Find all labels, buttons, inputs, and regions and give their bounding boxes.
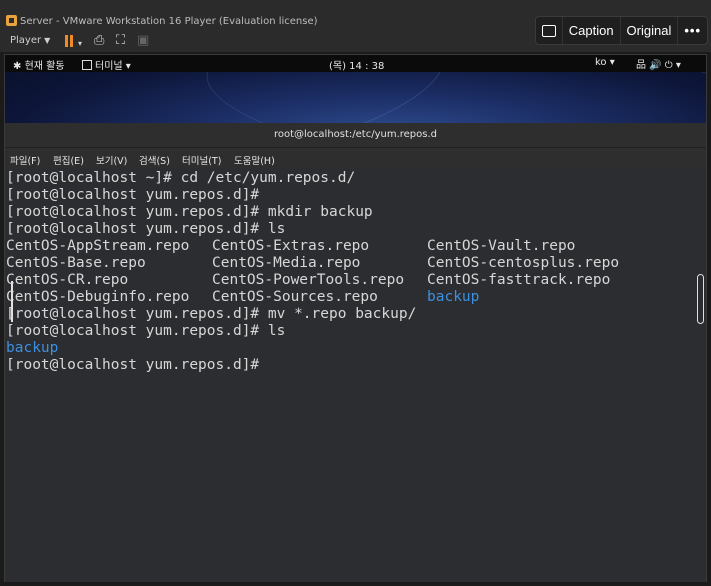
directory-entry: backup (6, 340, 59, 356)
ls-output-row: CentOS-Base.repo CentOS-Media.repo CentO… (6, 255, 619, 272)
menu-file[interactable]: 파일(F) (10, 153, 40, 167)
menu-help[interactable]: 도움말(H) (234, 153, 275, 167)
file-entry: CentOS-fasttrack.repo (427, 272, 611, 288)
menu-terminal[interactable]: 터미널(T) (182, 153, 221, 167)
activities-icon: ✱ (13, 61, 25, 72)
terminal-line: [root@localhost yum.repos.d]# mkdir back… (6, 204, 373, 220)
pause-icon[interactable] (64, 35, 74, 47)
fullscreen-icon[interactable]: ⛶ (116, 33, 125, 49)
gnome-top-bar: ✱ 현재 활동 터미널 ▾ (목) 14 : 38 ko ▾ 品 🔊 ⏻ ▾ (5, 55, 706, 72)
system-tray[interactable]: 品 🔊 ⏻ ▾ (636, 56, 681, 71)
file-entry: CentOS-AppStream.repo (6, 238, 190, 254)
file-entry: CentOS-Vault.repo (427, 238, 576, 254)
chat-icon (541, 24, 556, 37)
terminal-app-menu[interactable]: 터미널 ▾ (82, 57, 131, 72)
activities-button[interactable]: ✱ 현재 활동 (13, 57, 65, 72)
terminal-line: [root@localhost yum.repos.d]# mv *.repo … (6, 306, 417, 322)
directory-entry: backup (427, 289, 480, 305)
window-title: Server - VMware Workstation 16 Player (E… (20, 16, 318, 27)
file-entry: CentOS-PowerTools.repo (212, 272, 405, 288)
terminal-output[interactable]: [root@localhost ~]# cd /etc/yum.repos.d/… (5, 168, 706, 582)
terminal-prompt: [root@localhost yum.repos.d]# (6, 357, 260, 373)
ls-output-row: CentOS-AppStream.repo CentOS-Extras.repo… (6, 238, 575, 255)
caption-chat-button[interactable] (536, 17, 562, 44)
file-entry: CentOS-Media.repo (212, 255, 361, 271)
caption-overlay: Caption Original ••• (534, 16, 708, 45)
caption-button[interactable]: Caption (561, 17, 620, 44)
terminal-title: root@localhost:/etc/yum.repos.d (273, 129, 438, 140)
send-ctrl-alt-del-icon[interactable]: ⎙ (94, 33, 104, 49)
terminal-line: [root@localhost yum.repos.d]# ls (6, 221, 286, 237)
player-menu-button[interactable]: Player ▼ (10, 35, 50, 46)
file-entry: CentOS-centosplus.repo (427, 255, 620, 271)
pause-dropdown-icon[interactable]: ▾ (78, 36, 82, 52)
more-options-icon[interactable]: ••• (677, 17, 707, 44)
activities-label: 현재 활동 (24, 61, 65, 72)
file-entry: CentOS-Base.repo (6, 255, 146, 271)
terminal-app-label: 터미널 ▾ (95, 61, 131, 72)
file-entry: CentOS-Debuginfo.repo (6, 289, 190, 305)
mouse-text-cursor-icon (11, 281, 13, 322)
menu-view[interactable]: 보기(V) (96, 153, 127, 167)
file-entry: CentOS-Sources.repo (212, 289, 378, 305)
terminal-menubar: 파일(F) 편집(E) 보기(V) 검색(S) 터미널(T) 도움말(H) (5, 148, 706, 168)
original-button[interactable]: Original (619, 17, 678, 44)
gnome-desktop-background: ✱ 현재 활동 터미널 ▾ (목) 14 : 38 ko ▾ 品 🔊 ⏻ ▾ (5, 55, 706, 123)
terminal-line: [root@localhost ~]# cd /etc/yum.repos.d/ (6, 170, 356, 186)
terminal-line: [root@localhost yum.repos.d]# (6, 187, 260, 203)
unity-icon[interactable]: ▣ (137, 33, 149, 49)
menu-search[interactable]: 검색(S) (139, 153, 170, 167)
language-selector[interactable]: ko ▾ (595, 57, 615, 68)
terminal-scrollbar[interactable] (697, 274, 704, 324)
vmware-logo-icon (6, 15, 17, 26)
terminal-titlebar: root@localhost:/etc/yum.repos.d (5, 123, 706, 148)
clock[interactable]: (목) 14 : 38 (329, 57, 384, 72)
file-entry: CentOS-CR.repo (6, 272, 129, 288)
player-label: Player (10, 35, 42, 46)
file-entry: CentOS-Extras.repo (212, 238, 370, 254)
terminal-line: [root@localhost yum.repos.d]# ls (6, 323, 286, 339)
terminal-icon (82, 60, 92, 70)
menu-edit[interactable]: 편집(E) (53, 153, 84, 167)
chevron-down-icon: ▼ (44, 36, 51, 45)
